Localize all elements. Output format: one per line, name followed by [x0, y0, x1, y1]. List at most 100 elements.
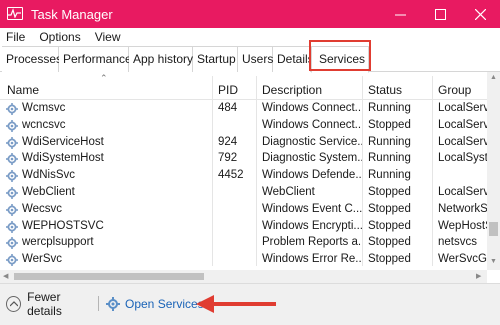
scroll-down-icon[interactable]: ▼: [490, 258, 497, 265]
service-status: Stopped: [368, 236, 411, 249]
horizontal-scrollbar[interactable]: ◀ ▶: [0, 270, 487, 283]
menu-file[interactable]: File: [0, 30, 32, 44]
gear-icon: [6, 203, 18, 216]
service-group: WerSvcGr: [438, 253, 487, 266]
service-description: Diagnostic Service...: [262, 135, 362, 148]
scroll-up-icon[interactable]: ▲: [490, 74, 497, 81]
gear-icon: [6, 237, 18, 250]
column-name[interactable]: Name: [7, 80, 39, 100]
footer-divider: [98, 296, 99, 311]
service-name: WEPHOSTSVC: [22, 219, 104, 232]
table-row[interactable]: WdiSystemHost 792 Diagnostic System... Runn…: [0, 150, 487, 167]
open-services-link[interactable]: Open Services: [106, 294, 204, 314]
service-status: Running: [368, 135, 411, 148]
chevron-up-icon: [6, 296, 22, 312]
tab-users[interactable]: Users: [238, 46, 273, 72]
column-description[interactable]: Description: [262, 80, 322, 100]
window-title: Task Manager: [31, 7, 113, 22]
gear-icon: [6, 119, 18, 132]
column-group[interactable]: Group: [438, 80, 471, 100]
service-pid: [218, 201, 256, 218]
service-name: wercplsupport: [22, 236, 94, 249]
menu-bar: File Options View: [0, 28, 500, 46]
service-group: LocalServi: [438, 118, 487, 131]
service-name: WebClient: [22, 186, 75, 198]
open-services-label: Open Services: [125, 297, 204, 311]
services-icon: [106, 297, 120, 311]
menu-view[interactable]: View: [88, 30, 128, 44]
column-status[interactable]: Status: [368, 80, 402, 100]
maximize-button[interactable]: [420, 0, 460, 28]
service-description: Problem Reports a...: [262, 236, 362, 249]
service-status: Running: [368, 152, 411, 165]
service-pid: 792: [218, 152, 238, 165]
table-row[interactable]: Wcmsvc 484 Windows Connect... Running LocalS…: [0, 100, 487, 117]
service-name: Wcmsvc: [22, 102, 66, 114]
minimize-button[interactable]: [380, 0, 420, 28]
service-pid: [218, 251, 256, 268]
service-status: Stopped: [368, 219, 411, 232]
service-group: [438, 167, 487, 184]
service-status: Stopped: [368, 202, 411, 215]
service-pid: 484: [218, 102, 238, 114]
service-group: LocalServi: [438, 186, 487, 198]
service-name: wcncsvc: [22, 118, 66, 131]
service-pid: 924: [218, 135, 238, 148]
horizontal-scroll-thumb[interactable]: [14, 273, 204, 280]
column-pid[interactable]: PID: [218, 80, 238, 100]
service-group: LocalServi: [438, 102, 487, 114]
sort-up-icon: ⌃: [100, 73, 108, 83]
gear-icon: [6, 220, 18, 233]
callout-arrow: [196, 295, 276, 313]
title-bar: Task Manager: [0, 0, 500, 28]
service-description: Windows Connect...: [262, 118, 362, 131]
service-group: NetworkS: [438, 202, 487, 215]
table-row[interactable]: WerSvc Windows Error Re... Stopped WerSvcGr: [0, 251, 487, 268]
service-status: Stopped: [368, 118, 411, 131]
service-group: netsvcs: [438, 236, 477, 249]
service-name: Wecsvc: [22, 202, 63, 215]
service-pid: [218, 184, 256, 201]
table-row[interactable]: WebClient WebClient Stopped LocalServi: [0, 184, 487, 201]
service-name: WdiSystemHost: [22, 152, 104, 165]
table-row[interactable]: Wecsvc Windows Event C... Stopped NetworkS: [0, 201, 487, 218]
service-description: Diagnostic System...: [262, 152, 362, 165]
service-description: Windows Connect...: [262, 102, 362, 114]
vertical-scroll-thumb[interactable]: [489, 222, 498, 236]
tab-startup[interactable]: Startup: [193, 46, 238, 72]
gear-icon: [6, 103, 18, 115]
scroll-left-icon[interactable]: ◀: [3, 272, 8, 280]
service-status: Running: [368, 102, 411, 114]
gear-icon: [6, 170, 18, 183]
service-status: Stopped: [368, 186, 411, 198]
tab-processes[interactable]: Processes: [2, 46, 62, 72]
table-row[interactable]: WEPHOSTSVC Windows Encrypti... Stopped WepH…: [0, 218, 487, 235]
tab-app-history[interactable]: App history: [129, 46, 193, 72]
menu-options[interactable]: Options: [32, 30, 87, 44]
service-status: Stopped: [368, 253, 411, 266]
service-description: Windows Defende...: [262, 169, 362, 182]
table-row[interactable]: WdNisSvc 4452 Windows Defende... Running: [0, 167, 487, 184]
service-group: LocalSyste: [438, 152, 487, 165]
table-row[interactable]: WdiServiceHost 924 Diagnostic Service... Ru…: [0, 134, 487, 151]
services-tab-highlight: [309, 40, 371, 71]
service-pid: 4452: [218, 169, 244, 182]
gear-icon: [6, 136, 18, 149]
vertical-scrollbar[interactable]: ▲ ▼: [487, 72, 500, 270]
service-description: Windows Encrypti...: [262, 219, 362, 232]
tab-details[interactable]: Details: [273, 46, 314, 72]
fewer-details-label: Fewer details: [27, 290, 62, 318]
service-description: Windows Event C...: [262, 202, 362, 215]
service-group: LocalServi: [438, 135, 487, 148]
gear-icon: [6, 254, 18, 267]
close-button[interactable]: [460, 0, 500, 28]
table-row[interactable]: wercplsupport Problem Reports a... Stopped…: [0, 234, 487, 251]
service-status: Running: [368, 169, 411, 182]
fewer-details-button[interactable]: Fewer details: [6, 290, 94, 318]
service-name: WdNisSvc: [22, 169, 76, 182]
scroll-right-icon[interactable]: ▶: [476, 272, 481, 280]
table-row[interactable]: wcncsvc Windows Connect... Stopped LocalSer…: [0, 117, 487, 134]
task-manager-icon: [7, 7, 23, 20]
gear-icon: [6, 187, 18, 199]
tab-performance[interactable]: Performance: [59, 46, 132, 72]
